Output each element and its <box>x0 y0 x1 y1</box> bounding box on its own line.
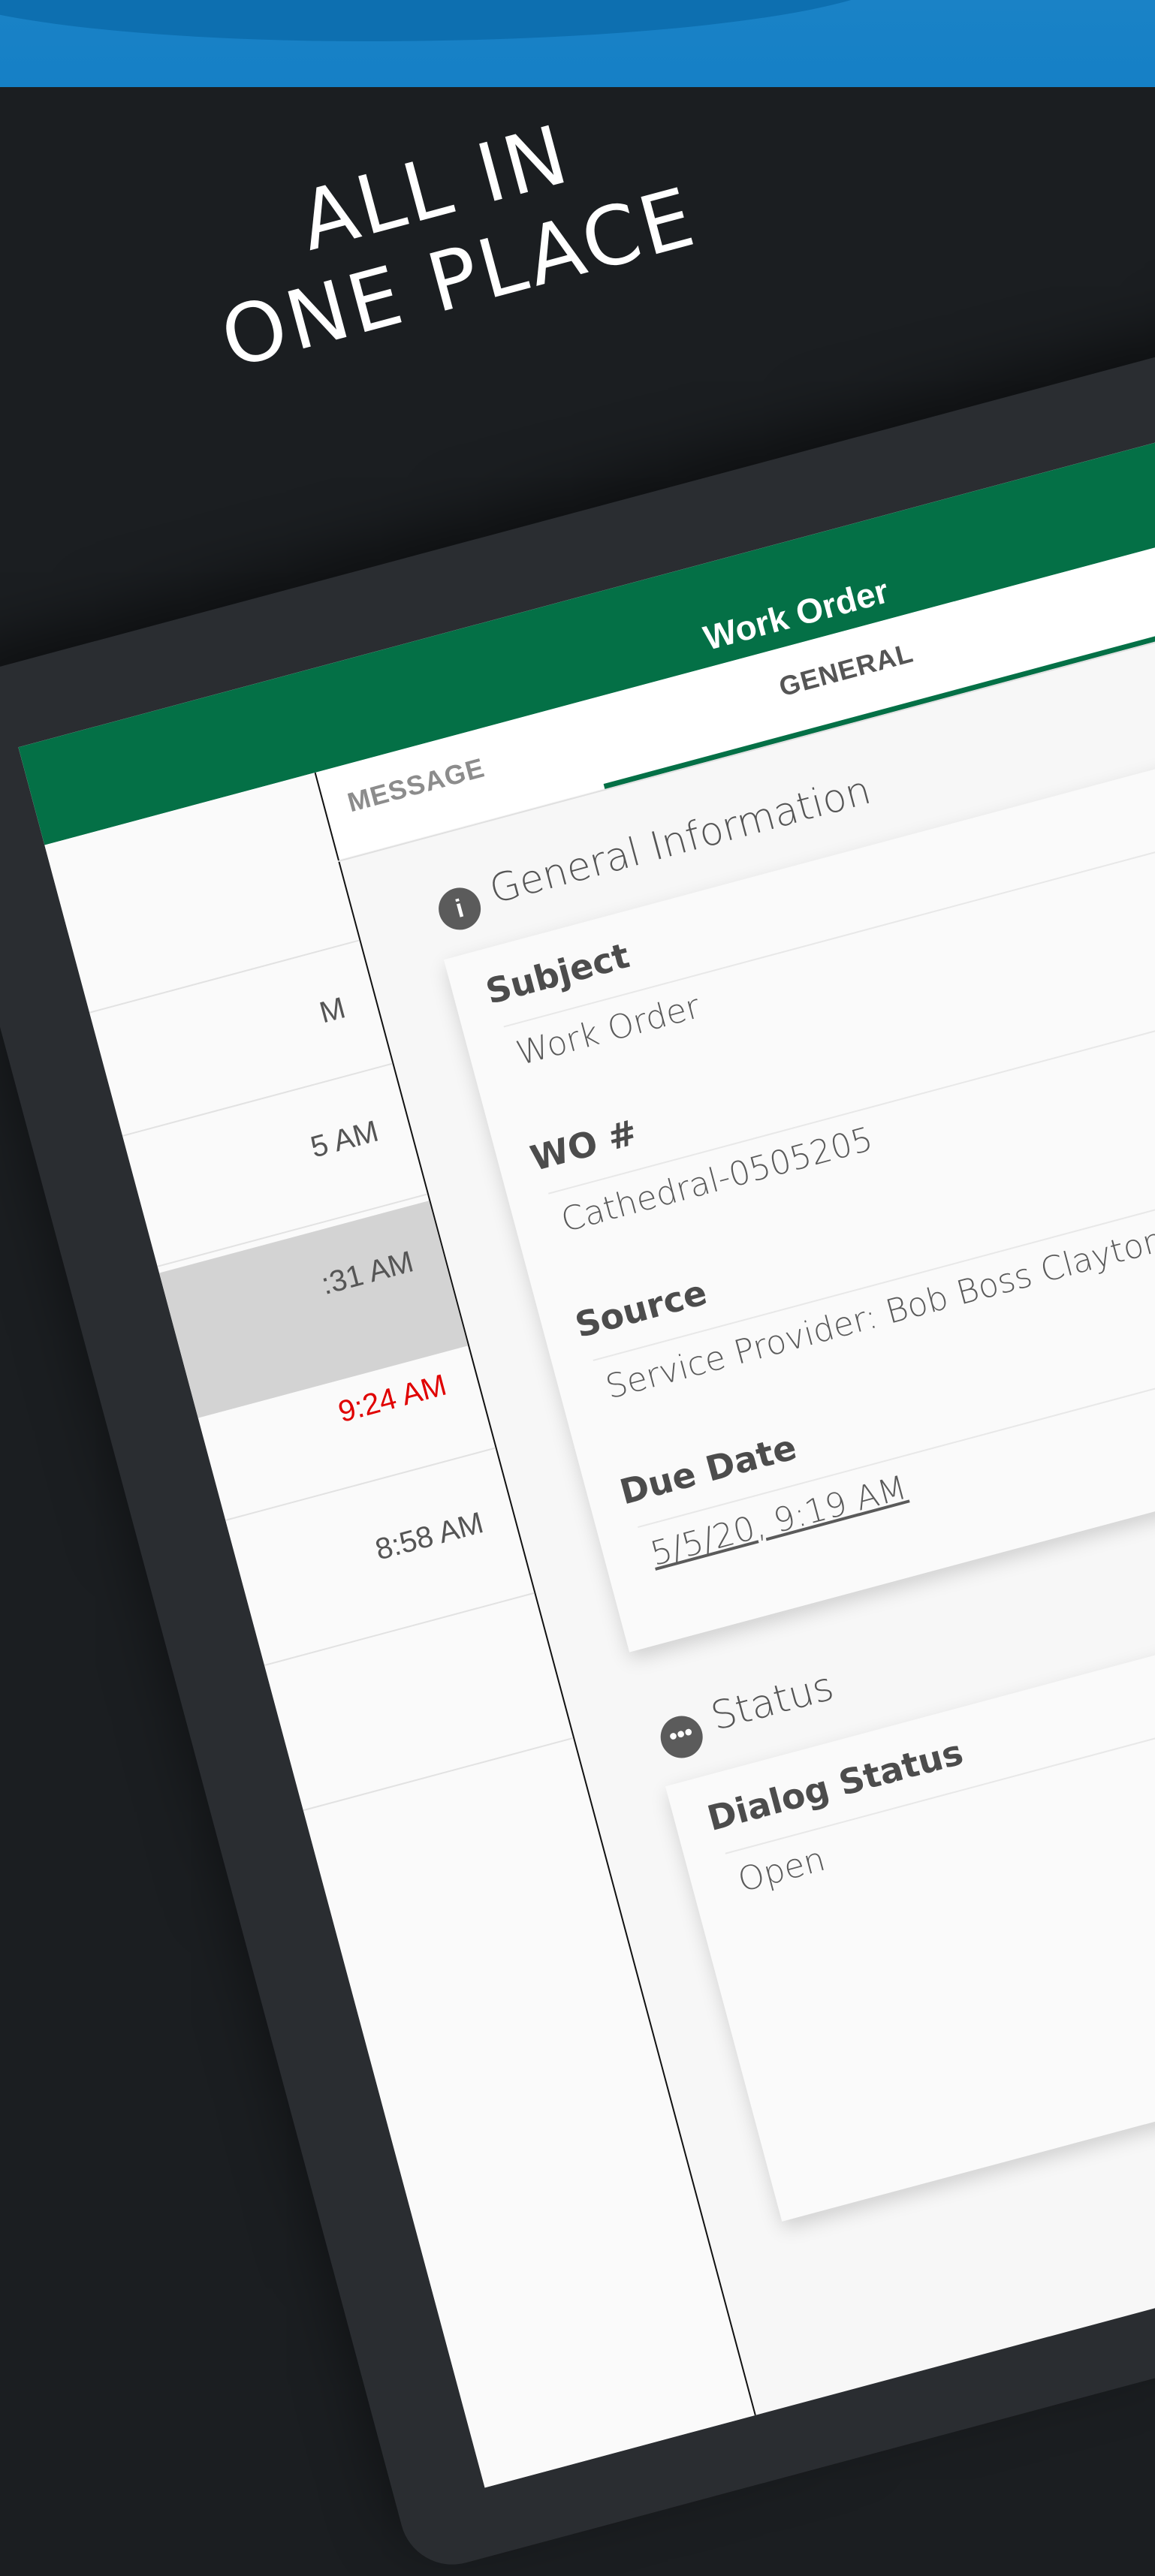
status-heading: Status <box>706 1664 839 1740</box>
list-item-time[interactable]: 5 AM <box>134 1115 381 1212</box>
top-banner <box>0 0 1155 87</box>
list-item-time[interactable]: M <box>101 991 349 1088</box>
tablet-screen: Work Order MESSAGE GENERAL M 5 AM :31 AM… <box>18 281 1155 2488</box>
chat-bubble-icon: ••• <box>656 1711 707 1763</box>
info-icon: i <box>433 883 486 935</box>
list-divider <box>225 1447 496 1521</box>
list-divider <box>264 1592 535 1667</box>
tablet-device: Work Order MESSAGE GENERAL M 5 AM :31 AM… <box>0 185 1155 2576</box>
tab-general[interactable]: GENERAL <box>776 637 917 703</box>
marketing-headline: ALL IN ONE PLACE <box>147 70 746 397</box>
list-item-time[interactable]: 8:58 AM <box>239 1506 487 1603</box>
tab-message[interactable]: MESSAGE <box>344 752 488 818</box>
banner-wave <box>0 0 901 41</box>
list-divider <box>303 1737 574 1812</box>
